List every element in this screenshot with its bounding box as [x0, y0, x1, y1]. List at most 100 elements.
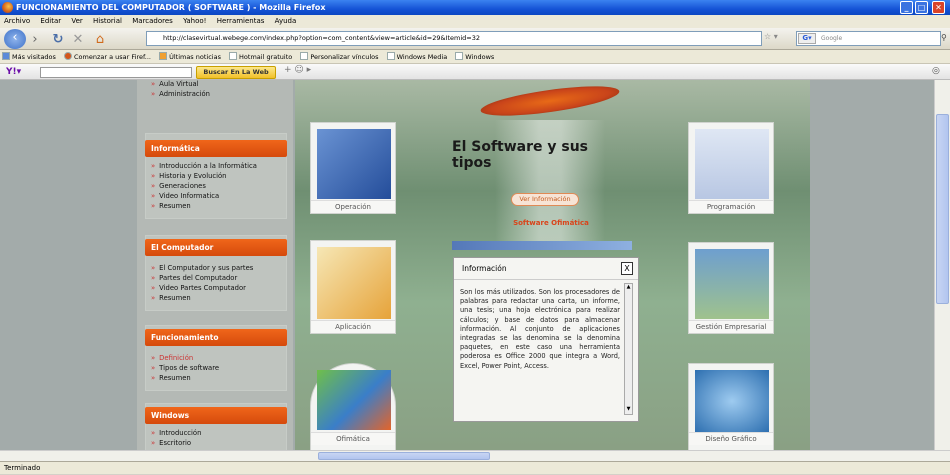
informacion-popup: Información X Son los más utilizados. So…: [453, 257, 639, 422]
firefox-icon: [2, 2, 13, 13]
aplicacion-image: [317, 247, 391, 319]
yahoo-logo-icon[interactable]: Y!▾: [6, 66, 30, 78]
link-resumen-computador[interactable]: Resumen: [151, 293, 253, 303]
menu-ayuda[interactable]: Ayuda: [275, 17, 297, 25]
bookmark-windows-media[interactable]: Windows Media: [386, 50, 447, 64]
link-video-partes[interactable]: Video Partes Computador: [151, 283, 253, 293]
sidebar-link-aula-virtual[interactable]: Aula Virtual: [151, 80, 210, 89]
bookmarks-icon: [2, 52, 10, 60]
section-links-computador: El Computador y sus partes Partes del Co…: [151, 263, 253, 303]
page-icon: [300, 52, 309, 60]
bookmark-windows[interactable]: Windows: [455, 50, 494, 64]
reload-icon[interactable]: ↻: [50, 31, 66, 47]
link-introduccion-windows[interactable]: Introducción: [151, 428, 201, 438]
url-text: http://clasevirtual.webege.com/index.php…: [163, 34, 481, 42]
scroll-up-icon[interactable]: ▲: [625, 284, 632, 292]
link-resumen-informatica[interactable]: Resumen: [151, 201, 257, 211]
diseno-grafico-image: [695, 370, 769, 432]
card-diseno-grafico[interactable]: Diseño Gráfico: [688, 363, 774, 450]
gestion-empresarial-image: [695, 249, 769, 319]
link-resumen-funcionamiento[interactable]: Resumen: [151, 373, 219, 383]
search-input[interactable]: Google: [796, 31, 941, 46]
url-bar[interactable]: http://clasevirtual.webege.com/index.php…: [146, 31, 762, 46]
card-programacion[interactable]: Programación: [688, 122, 774, 214]
window-title: FUNCIONAMIENTO DEL COMPUTADOR ( SOFTWARE…: [16, 3, 326, 12]
menu-marcadores[interactable]: Marcadores: [132, 17, 173, 25]
main-title: El Software y sus tipos: [452, 139, 589, 171]
programacion-image: [695, 129, 769, 199]
section-header-computador: El Computador: [145, 239, 287, 256]
toolbar-settings-icon[interactable]: ◎: [932, 66, 944, 78]
bookmarks-toolbar: Más visitados Comenzar a usar Firef... Ú…: [0, 50, 950, 64]
page-icon: [455, 52, 464, 60]
card-aplicacion[interactable]: Aplicación: [310, 240, 396, 334]
scroll-down-icon[interactable]: ▼: [625, 406, 632, 414]
yahoo-search-button[interactable]: Buscar En La Web: [196, 66, 276, 79]
search-icon[interactable]: ⚲: [941, 33, 949, 43]
popup-title: Información: [454, 258, 638, 280]
back-button[interactable]: ‹: [4, 29, 26, 49]
bookmark-comenzar[interactable]: Comenzar a usar Firef...: [64, 50, 151, 64]
maximize-button[interactable]: □: [915, 1, 928, 14]
firefox-bookmark-icon: [64, 52, 72, 60]
popup-text: Son los más utilizados. Son los procesad…: [460, 288, 620, 370]
bookmark-personalizar[interactable]: Personalizar vínculos: [300, 50, 379, 64]
menu-ver[interactable]: Ver: [71, 17, 82, 25]
bookmark-hotmail[interactable]: Hotmail gratuito: [229, 50, 292, 64]
link-video-informatica[interactable]: Video Informatica: [151, 191, 257, 201]
card-ofimatica[interactable]: Ofimática: [310, 363, 396, 450]
link-partes-computador[interactable]: Partes del Computador: [151, 273, 253, 283]
horizontal-scroll-thumb[interactable]: [318, 452, 490, 460]
page-icon: [229, 52, 238, 60]
link-historia-evolucion[interactable]: Historia y Evolución: [151, 171, 257, 181]
bookmark-mas-visitados[interactable]: Más visitados: [2, 50, 56, 64]
rss-icon: [159, 52, 168, 60]
popup-scrollbar[interactable]: ▲ ▼: [624, 283, 633, 415]
sidebar-link-administracion[interactable]: Administración: [151, 89, 210, 99]
section-header-funcionamiento: Funcionamiento: [145, 329, 287, 346]
menu-archivo[interactable]: Archivo: [4, 17, 30, 25]
section-header-windows: Windows: [145, 407, 287, 424]
bookmark-ultimas-noticias[interactable]: Últimas noticias: [159, 50, 221, 64]
ver-informacion-button[interactable]: Ver Información: [511, 193, 579, 206]
link-escritorio[interactable]: Escritorio: [151, 438, 201, 448]
main-subtitle: Software Ofimática: [513, 219, 589, 227]
card-operacion[interactable]: Operación: [310, 122, 396, 214]
status-bar: Terminado: [0, 461, 950, 474]
minimize-button[interactable]: _: [900, 1, 913, 14]
forward-button[interactable]: ›: [28, 31, 42, 47]
menu-yahoo[interactable]: Yahoo!: [183, 17, 206, 25]
menu-editar[interactable]: Editar: [40, 17, 61, 25]
section-links-informatica: Introducción a la Informática Historia y…: [151, 161, 257, 211]
close-window-button[interactable]: ✕: [932, 1, 945, 14]
title-swoosh: [479, 80, 621, 122]
vertical-scrollbar[interactable]: [934, 80, 950, 450]
stop-icon[interactable]: ✕: [70, 31, 86, 47]
popup-header-strip: [452, 241, 632, 250]
link-tipos-software[interactable]: Tipos de software: [151, 363, 219, 373]
ofimatica-image: [317, 370, 391, 430]
menu-bar: Archivo Editar Ver Historial Marcadores …: [0, 15, 950, 28]
operacion-image: [317, 129, 391, 199]
link-definicion[interactable]: Definición: [151, 353, 219, 363]
popup-close-button[interactable]: X: [621, 262, 633, 275]
yahoo-toolbar-icons[interactable]: + ☺ ▸: [284, 65, 334, 79]
yahoo-search-input[interactable]: [40, 67, 192, 78]
search-engine-icon[interactable]: G▾: [798, 33, 816, 44]
home-icon[interactable]: ⌂: [92, 31, 108, 47]
vertical-scroll-thumb[interactable]: [936, 114, 949, 304]
link-generaciones[interactable]: Generaciones: [151, 181, 257, 191]
section-links-windows: Introducción Escritorio: [151, 428, 201, 448]
menu-historial[interactable]: Historial: [93, 17, 122, 25]
page-icon: [386, 52, 395, 60]
sidebar: Aula Virtual Administración Informática …: [137, 80, 293, 450]
section-header-informatica: Informática: [145, 140, 287, 157]
bookmark-star-icon[interactable]: ☆ ▾: [764, 32, 790, 45]
card-gestion-empresarial[interactable]: Gestión Empresarial: [688, 242, 774, 334]
menu-herramientas[interactable]: Herramientas: [217, 17, 265, 25]
link-computador-partes[interactable]: El Computador y sus partes: [151, 263, 253, 273]
link-introduccion-informatica[interactable]: Introducción a la Informática: [151, 161, 257, 171]
horizontal-scrollbar[interactable]: [0, 450, 950, 461]
status-text: Terminado: [4, 464, 41, 472]
section-links-funcionamiento: Definición Tipos de software Resumen: [151, 353, 219, 383]
